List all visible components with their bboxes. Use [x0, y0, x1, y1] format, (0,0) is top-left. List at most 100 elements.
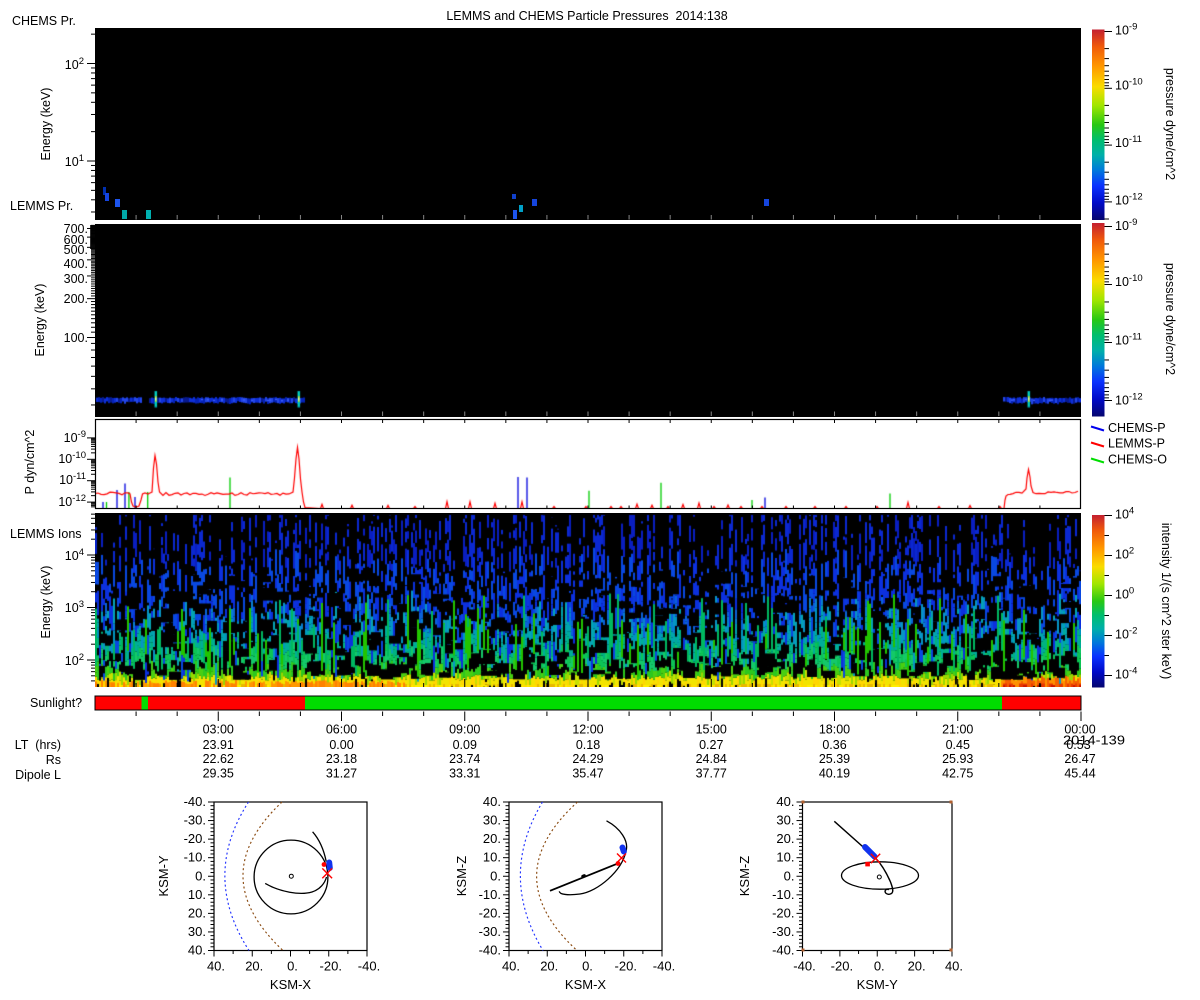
svg-text:40.: 40.: [188, 943, 206, 958]
svg-text:18:00: 18:00: [819, 723, 850, 737]
svg-text:20.: 20.: [908, 959, 926, 974]
svg-text:25.93: 25.93: [942, 752, 973, 766]
svg-text:10.: 10.: [483, 850, 501, 865]
svg-text:100: 100: [1115, 586, 1134, 602]
svg-text:pressure dyne/cm^2: pressure dyne/cm^2: [1163, 263, 1177, 375]
svg-text:10-12: 10-12: [1115, 192, 1143, 208]
svg-text:KSM-Z: KSM-Z: [737, 856, 752, 897]
svg-text:LT (hrs): LT (hrs): [15, 738, 61, 752]
svg-text:-30.: -30.: [479, 924, 501, 939]
svg-text:23.74: 23.74: [449, 752, 480, 766]
svg-text:0.18: 0.18: [576, 738, 600, 752]
svg-text:20.: 20.: [188, 905, 206, 920]
svg-text:29.35: 29.35: [203, 767, 234, 781]
svg-text:35.47: 35.47: [572, 767, 603, 781]
svg-text:-30.: -30.: [772, 924, 794, 939]
svg-text:0.: 0.: [582, 959, 593, 974]
svg-text:10-12: 10-12: [58, 493, 86, 509]
svg-text:104: 104: [65, 547, 84, 563]
svg-text:-40.: -40.: [479, 943, 501, 958]
svg-text:0.: 0.: [874, 959, 885, 974]
svg-text:2014-139: 2014-139: [1063, 734, 1125, 748]
svg-text:20.: 20.: [483, 831, 501, 846]
svg-text:-10.: -10.: [772, 887, 794, 902]
svg-text:102: 102: [1115, 546, 1134, 562]
svg-text:40.: 40.: [207, 959, 225, 974]
svg-text:Dipole L: Dipole L: [15, 768, 61, 782]
svg-text:-20.: -20.: [831, 959, 853, 974]
svg-text:CHEMS-P: CHEMS-P: [1108, 421, 1166, 435]
svg-text:10-11: 10-11: [1115, 332, 1142, 348]
svg-text:400.: 400.: [64, 257, 88, 271]
svg-text:40.: 40.: [483, 794, 501, 809]
svg-text:102: 102: [65, 56, 84, 72]
svg-text:104: 104: [1115, 506, 1134, 522]
svg-text:10-11: 10-11: [1115, 134, 1142, 150]
svg-text:Rs: Rs: [46, 753, 61, 767]
svg-text:Sunlight?: Sunlight?: [30, 696, 82, 710]
svg-text:10-9: 10-9: [64, 429, 86, 445]
svg-text:200.: 200.: [64, 292, 88, 306]
svg-text:30.: 30.: [483, 813, 501, 828]
svg-text:20.: 20.: [245, 959, 263, 974]
svg-text:10-10: 10-10: [58, 450, 86, 466]
svg-text:24.84: 24.84: [696, 752, 727, 766]
svg-text:-30.: -30.: [184, 813, 206, 828]
svg-text:15:00: 15:00: [696, 723, 727, 737]
svg-text:25.39: 25.39: [819, 752, 850, 766]
svg-text:0.45: 0.45: [946, 738, 970, 752]
svg-text:100.: 100.: [64, 331, 88, 345]
svg-text:300.: 300.: [64, 272, 88, 286]
svg-text:P dyn/cm^2: P dyn/cm^2: [23, 430, 37, 495]
svg-text:KSM-Z: KSM-Z: [454, 856, 469, 897]
svg-text:-20.: -20.: [772, 905, 794, 920]
svg-text:03:00: 03:00: [203, 723, 234, 737]
svg-text:CHEMS-O: CHEMS-O: [1108, 452, 1167, 466]
svg-text:40.: 40.: [945, 959, 963, 974]
svg-text:Energy (keV): Energy (keV): [39, 88, 53, 161]
svg-text:-20.: -20.: [320, 959, 342, 974]
svg-text:0.27: 0.27: [699, 738, 723, 752]
svg-text:24.29: 24.29: [572, 752, 603, 766]
svg-text:Energy (keV): Energy (keV): [39, 566, 53, 639]
svg-text:LEMMS-P: LEMMS-P: [1108, 437, 1165, 451]
svg-text:10-9: 10-9: [1115, 217, 1137, 233]
svg-text:0.: 0.: [784, 868, 795, 883]
svg-text:09:00: 09:00: [449, 723, 480, 737]
svg-text:0.36: 0.36: [822, 738, 846, 752]
svg-text:KSM-X: KSM-X: [270, 977, 312, 992]
svg-text:CHEMS Pr.: CHEMS Pr.: [12, 14, 76, 28]
svg-text:10-10: 10-10: [1115, 77, 1143, 93]
svg-text:LEMMS Ions: LEMMS Ions: [10, 527, 82, 541]
svg-text:30.: 30.: [188, 924, 206, 939]
svg-text:23.91: 23.91: [203, 738, 234, 752]
svg-text:pressure dyne/cm^2: pressure dyne/cm^2: [1163, 68, 1177, 180]
svg-text:101: 101: [65, 153, 84, 169]
svg-text:45.44: 45.44: [1064, 767, 1095, 781]
svg-text:-10.: -10.: [184, 850, 206, 865]
svg-text:10.: 10.: [776, 850, 794, 865]
svg-text:-40.: -40.: [358, 959, 380, 974]
svg-text:12:00: 12:00: [572, 723, 603, 737]
svg-text:103: 103: [65, 599, 84, 615]
svg-text:-40.: -40.: [772, 943, 794, 958]
svg-text:Energy (keV): Energy (keV): [33, 284, 47, 357]
svg-text:20.: 20.: [540, 959, 558, 974]
svg-text:0.: 0.: [287, 959, 298, 974]
svg-text:KSM-Y: KSM-Y: [857, 977, 899, 992]
svg-text:0.: 0.: [490, 868, 501, 883]
svg-text:40.19: 40.19: [819, 767, 850, 781]
svg-text:-20.: -20.: [184, 831, 206, 846]
svg-text:500.: 500.: [64, 243, 88, 257]
svg-text:10.: 10.: [188, 887, 206, 902]
svg-text:0.09: 0.09: [453, 738, 477, 752]
svg-text:intensity 1/(s cm^2 ster keV): intensity 1/(s cm^2 ster keV): [1159, 523, 1173, 680]
svg-text:40.: 40.: [776, 794, 794, 809]
svg-text:0.: 0.: [195, 868, 206, 883]
svg-text:42.75: 42.75: [942, 767, 973, 781]
svg-text:KSM-Y: KSM-Y: [156, 855, 171, 897]
svg-text:10-9: 10-9: [1115, 22, 1137, 38]
svg-text:22.62: 22.62: [203, 752, 234, 766]
svg-text:37.77: 37.77: [696, 767, 727, 781]
svg-text:0.00: 0.00: [329, 738, 353, 752]
